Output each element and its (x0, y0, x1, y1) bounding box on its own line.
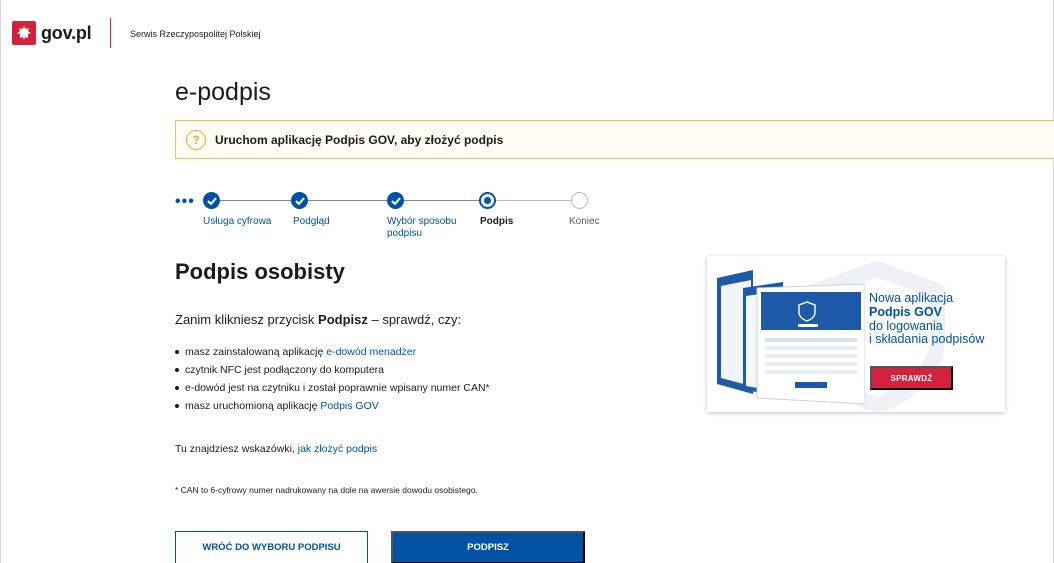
promo-line2: Podpis GOV (869, 304, 942, 319)
step-label-usluga[interactable]: Usługa cyfrowa (203, 216, 271, 228)
check-icon (294, 196, 305, 205)
hint-text: Tu znajdziesz wskazówki, jak złożyć podp… (175, 443, 377, 455)
alert-text: Uruchom aplikację Podpis GOV, aby złożyć… (215, 132, 504, 147)
step-connector (307, 200, 387, 201)
info-alert: ? Uruchom aplikację Podpis GOV, aby złoż… (175, 120, 1054, 159)
list-item-text: masz uruchomioną aplikację (185, 400, 318, 412)
section-title: Podpis osobisty (175, 259, 345, 284)
can-footnote: * CAN to 6-cyfrowy numer nadrukowany na … (175, 485, 478, 495)
header-divider (110, 18, 111, 48)
step-connector (217, 200, 297, 201)
step-5-future (571, 192, 588, 209)
logo-text: gov.pl (41, 22, 92, 43)
check-icon (206, 196, 217, 205)
step-label-wybor-line2: podpisu (387, 228, 423, 239)
top-header: gov.pl Serwis Rzeczypospolitej Polskiej (0, 0, 1054, 70)
intro-after: – sprawdź, czy: (367, 312, 462, 327)
step-connector (397, 200, 484, 201)
step-4-current (479, 192, 496, 209)
list-item: e-dowód jest na czytniku i został popraw… (175, 379, 490, 397)
step-label-podglad[interactable]: Podgląd (293, 216, 330, 228)
back-to-signature-choice-button[interactable]: WRÓĆ DO WYBORU PODPISU (175, 531, 368, 563)
intro-before: Zanim klikniesz przycisk (175, 312, 319, 327)
hint-prefix: Tu znajdziesz wskazówki, (175, 443, 298, 455)
eagle-emblem-icon (12, 21, 36, 45)
govpl-logo-link[interactable]: gov.pl (12, 21, 92, 45)
podpis-gov-promo-banner[interactable]: Nowa aplikacja Podpis GOV do logowania i… (707, 256, 1005, 412)
step-label-wybor-line1: Wybór sposobu (387, 216, 457, 227)
promo-line3: do logowania (869, 318, 943, 333)
promo-line1: Nowa aplikacja (869, 291, 954, 305)
list-item-text: masz zainstalowaną aplikację (185, 346, 324, 358)
intro-bold: Podpisz (318, 312, 368, 327)
step-3-done[interactable] (387, 192, 404, 209)
step-2-done[interactable] (291, 192, 308, 209)
progress-stepper: ••• Usługa cyfrowa Podgląd Wybór sposobu… (175, 190, 635, 250)
list-item: czytnik NFC jest podłączony do komputera (175, 361, 490, 379)
page-title: e-podpis (175, 78, 271, 106)
check-promo-button[interactable]: SPRAWDŹ (870, 366, 953, 390)
how-to-sign-link[interactable]: jak złożyć podpis (298, 443, 377, 455)
list-item-text: e-dowód jest na czytniku i został popraw… (185, 382, 490, 394)
check-icon (390, 196, 401, 205)
step-1-done[interactable] (203, 192, 220, 209)
podpis-gov-link[interactable]: Podpis GOV (320, 397, 378, 415)
step-label-koniec: Koniec (569, 216, 600, 227)
step-label-podpis: Podpis (480, 216, 514, 227)
edowod-menadzer-link[interactable]: e-dowód menadżer (326, 343, 416, 361)
step-label-wybor[interactable]: Wybór sposobu podpisu (387, 216, 456, 240)
promo-text: Nowa aplikacja Podpis GOV do logowania i… (869, 291, 985, 347)
checklist: masz zainstalowaną aplikację e-dowód men… (175, 343, 490, 415)
intro-text: Zanim klikniesz przycisk Podpisz – spraw… (175, 312, 461, 327)
question-icon: ? (186, 129, 206, 150)
list-item: masz uruchomioną aplikację Podpis GOV (175, 397, 490, 415)
list-item: masz zainstalowaną aplikację e-dowód men… (175, 343, 490, 361)
app-screenshot-illustration (717, 270, 865, 405)
step-connector (493, 200, 575, 201)
promo-line4: i składania podpisów (869, 332, 985, 347)
left-border (0, 0, 1, 563)
sign-button[interactable]: PODPISZ (391, 531, 585, 563)
previous-steps-dots[interactable]: ••• (175, 193, 195, 211)
list-item-text: czytnik NFC jest podłączony do komputera (185, 364, 385, 376)
service-name: Serwis Rzeczypospolitej Polskiej (130, 29, 261, 39)
